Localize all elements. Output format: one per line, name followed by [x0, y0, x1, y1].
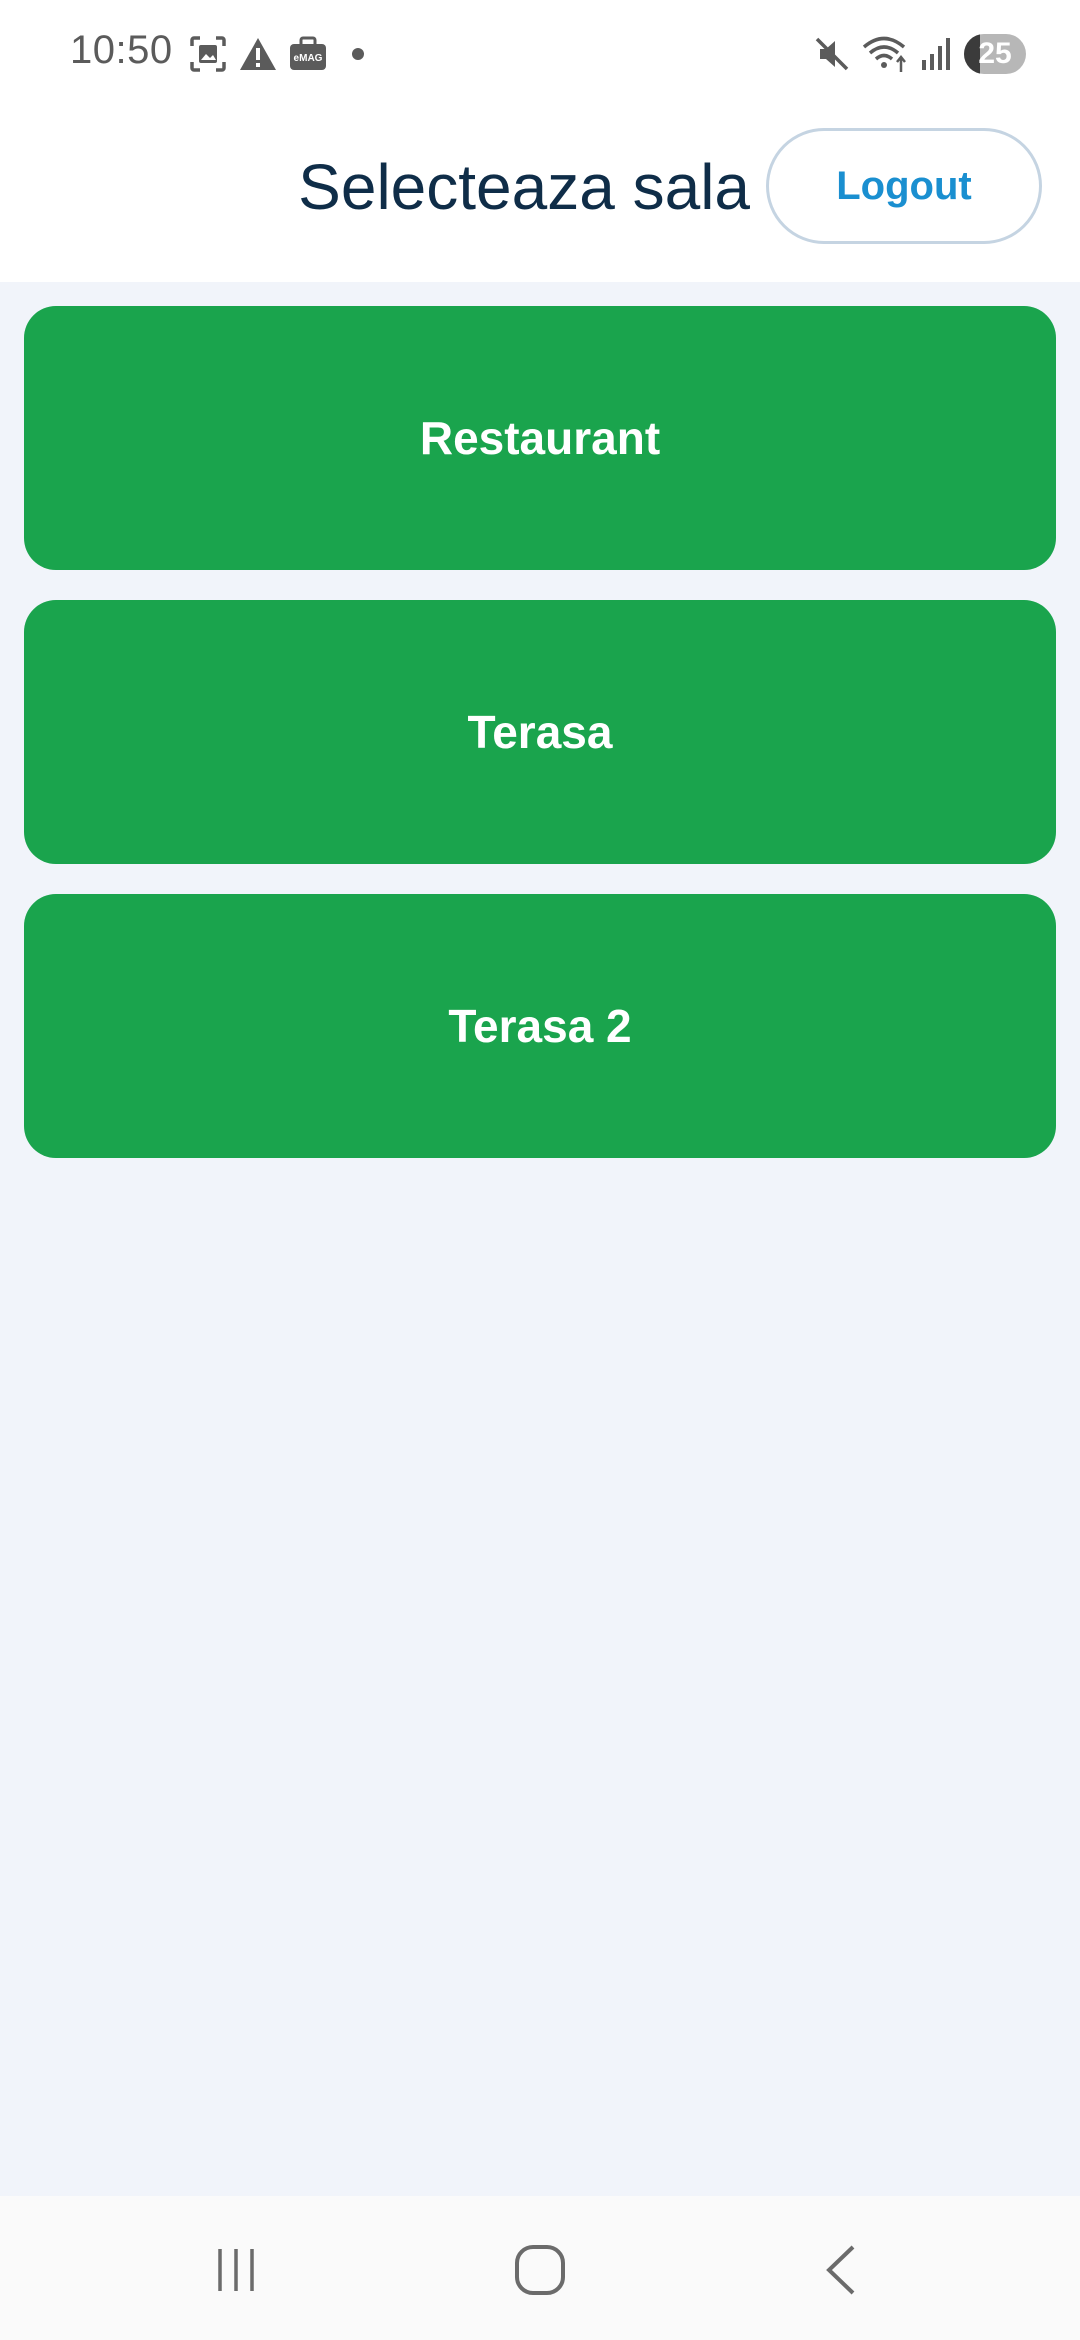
- app-header: Selecteaza sala Logout: [0, 110, 1080, 282]
- room-list: Restaurant Terasa Terasa 2: [24, 306, 1056, 1188]
- back-button[interactable]: [802, 2238, 882, 2302]
- room-button-restaurant[interactable]: Restaurant: [24, 306, 1056, 570]
- status-time: 10:50: [70, 28, 173, 72]
- home-button[interactable]: [500, 2238, 580, 2302]
- emag-icon: eMAG: [290, 36, 326, 70]
- navigation-bar: [0, 2196, 1080, 2340]
- wifi-icon: [862, 36, 906, 72]
- mute-icon: [815, 37, 849, 71]
- page-title: Selecteaza sala: [298, 151, 750, 223]
- back-icon: [826, 2245, 855, 2295]
- status-icons-left: eMAG: [188, 32, 364, 76]
- status-icons-right: 25: [812, 30, 1026, 78]
- signal-icon: [922, 38, 950, 70]
- warning-icon: [240, 38, 276, 70]
- screenshot-icon: [190, 36, 226, 72]
- room-button-terasa[interactable]: Terasa: [24, 600, 1056, 864]
- logout-button[interactable]: Logout: [766, 128, 1042, 244]
- battery-level: 25: [978, 37, 1012, 70]
- battery-icon: 25: [964, 34, 1026, 74]
- recent-apps-icon: [218, 2249, 254, 2291]
- room-button-terasa-2[interactable]: Terasa 2: [24, 894, 1056, 1158]
- recent-apps-button[interactable]: [196, 2238, 276, 2302]
- notification-dot: [352, 48, 364, 60]
- svg-text:eMAG: eMAG: [294, 53, 323, 64]
- home-icon: [515, 2245, 565, 2295]
- status-bar: 10:50 eMAG 25: [0, 0, 1080, 110]
